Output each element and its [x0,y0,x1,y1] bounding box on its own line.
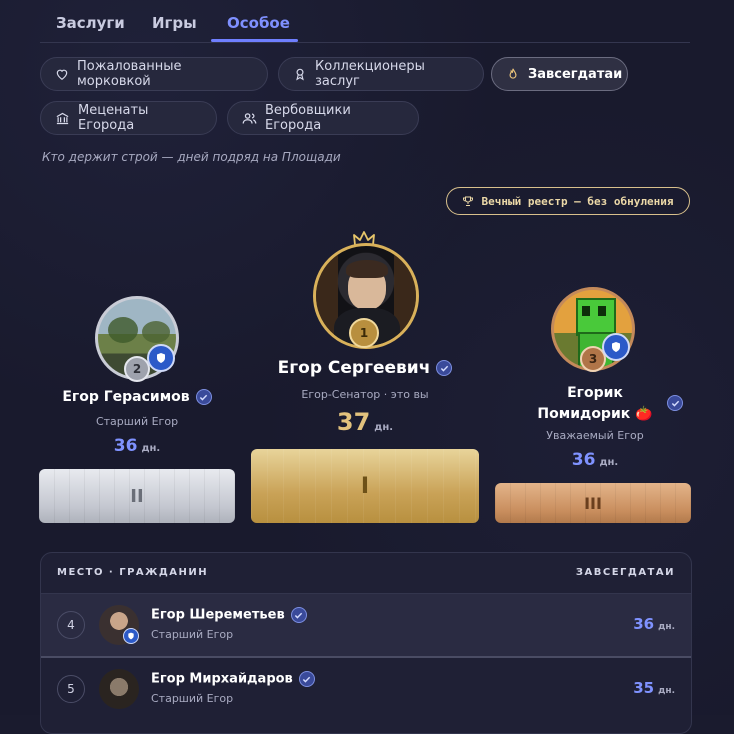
row-rank: 5 [57,675,85,703]
row-role: Старший Егор [151,628,234,641]
chip-label: Вербовщики Егорода [265,103,351,133]
registry-label: Вечный реестр — без обнуления [481,194,674,208]
table-row[interactable]: 4 Егор Шереметьев Старший Егор 36 дн. [41,594,691,658]
shield-icon [602,333,630,361]
filter-chip-carrots[interactable]: Пожалованные морковкой [40,57,268,91]
days-unit: дн. [599,457,619,468]
rank-badge-second: 2 [124,356,150,382]
users-icon [242,112,257,124]
verified-icon [290,607,307,623]
leader-name-line2: Помидорик 🍅 [537,406,653,422]
filter-chip-recruiters[interactable]: Вербовщики Егорода [227,101,419,135]
days-value: 36 [571,450,596,470]
heart-icon [56,69,68,80]
leader-days-first: 37 дн. [300,408,430,436]
leaderboard-page: Заслуги Игры Особое Пожалованные морковк… [0,0,734,734]
verified-icon [667,395,683,411]
podium-second: II [39,469,235,523]
row-name[interactable]: Егор Мирхайдаров [151,671,315,687]
avatar[interactable] [99,669,139,709]
shield-icon [123,628,139,644]
table-header: МЕСТО · ГРАЖДАНИН ЗАВСЕГДАТАИ [41,553,691,594]
days-value: 36 [113,436,138,456]
chip-label: Завсегдатаи [528,66,623,82]
leader-days-third: 36 дн. [540,450,650,470]
row-name-text: Егор Мирхайдаров [151,671,293,687]
shield-icon [147,344,175,372]
verified-icon [195,389,212,405]
bank-icon [56,112,69,124]
verified-icon [298,671,315,687]
tab-bar: Заслуги Игры Особое [40,0,690,43]
days-value: 37 [336,408,371,436]
row-name[interactable]: Егор Шереметьев [151,607,307,623]
verified-icon [436,360,453,376]
row-days: 36 дн. [633,614,675,633]
leader-name-second[interactable]: Егор Герасимов [40,389,234,405]
tab-special[interactable]: Особое [227,14,290,32]
leader-name-line1: Егорик [567,385,623,401]
leader-role-second: Старший Егор [95,415,179,428]
days-unit: дн. [141,443,161,454]
chip-label: Коллекционеры заслуг [315,59,425,89]
row-rank: 4 [57,611,85,639]
days-unit: дн. [374,422,394,433]
leader-name-text: Егор Сергеевич [277,358,431,378]
row-days: 35 дн. [633,678,675,697]
leader-role-first: Егор-Сенатор · это вы [301,388,429,401]
table-row[interactable]: 5 Егор Мирхайдаров Старший Егор 35 дн. [41,658,691,720]
tab-merits[interactable]: Заслуги [56,14,125,32]
leader-days-second: 36 дн. [80,436,194,456]
leader-name-first[interactable]: Егор Сергеевич [250,358,480,378]
leaderboard-table: МЕСТО · ГРАЖДАНИН ЗАВСЕГДАТАИ 4 Егор Шер… [40,552,692,734]
leader-name-text: Егор Герасимов [62,389,190,405]
section-subtitle: Кто держит строй — дней подряд на Площад… [42,150,341,164]
leader-role-third: Уважаемый Егор [546,429,644,442]
days-unit: дн. [658,686,675,696]
eternal-registry-badge[interactable]: Вечный реестр — без обнуления [446,187,690,215]
filter-chip-regulars[interactable]: Завсегдатаи [491,57,628,91]
rank-badge-first: 1 [349,318,379,348]
days-value: 35 [633,679,655,697]
col-place-citizen: МЕСТО · ГРАЖДАНИН [57,567,209,578]
col-regulars: ЗАВСЕГДАТАИ [575,567,675,578]
row-role: Старший Егор [151,692,234,705]
active-tab-indicator [211,39,298,42]
filter-chip-collectors[interactable]: Коллекционеры заслуг [278,57,484,91]
flame-icon [509,68,517,79]
podium-first: I [251,449,479,523]
leader-name-third[interactable]: Егорик Помидорик 🍅 [497,383,693,425]
chip-label: Меценаты Егорода [78,103,149,133]
days-value: 36 [633,615,655,633]
row-name-text: Егор Шереметьев [151,607,285,623]
days-unit: дн. [658,622,675,632]
trophy-icon [463,196,474,206]
podium-third: III [495,483,691,523]
chip-label: Пожалованные морковкой [77,59,182,89]
medal-icon [296,68,304,81]
tab-games[interactable]: Игры [152,14,197,32]
filter-chip-patrons[interactable]: Меценаты Егорода [40,101,217,135]
